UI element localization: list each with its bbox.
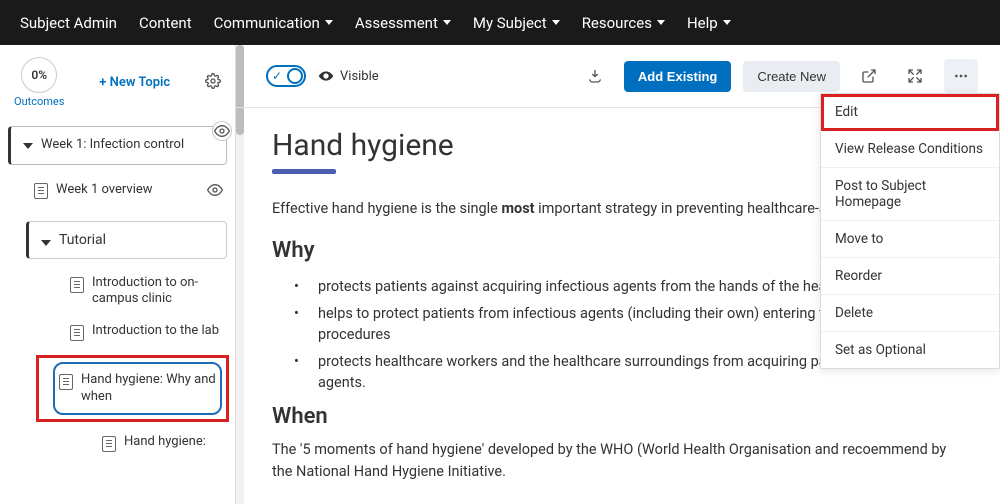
document-icon <box>34 183 48 199</box>
nav-help[interactable]: Help <box>687 14 731 32</box>
menu-view-release-conditions[interactable]: View Release Conditions <box>821 131 999 168</box>
nav-assessment[interactable]: Assessment <box>355 14 451 32</box>
chevron-down-icon <box>552 20 560 25</box>
scrollbar[interactable] <box>236 45 244 504</box>
sidebar-item-overview[interactable]: Week 1 overview <box>28 173 229 207</box>
chevron-down-icon <box>723 20 731 25</box>
fullscreen-icon[interactable] <box>898 59 932 93</box>
collapse-icon <box>41 240 51 246</box>
sidebar: 0% Outcomes + New Topic Week 1: Infectio… <box>0 45 236 504</box>
gear-icon[interactable] <box>205 73 221 93</box>
create-new-button[interactable]: Create New <box>743 61 840 92</box>
sidebar-item-intro-clinic[interactable]: Introduction to on-campus clinic <box>66 267 229 316</box>
sidebar-item-hand-hygiene-2[interactable]: Hand hygiene: <box>98 426 229 460</box>
chevron-down-icon <box>657 20 665 25</box>
open-new-window-icon[interactable] <box>852 59 886 93</box>
outcomes-row: 0% Outcomes + New Topic <box>6 53 229 118</box>
main-area: 0% Outcomes + New Topic Week 1: Infectio… <box>0 45 1000 504</box>
nav-my-subject[interactable]: My Subject <box>473 14 560 32</box>
sidebar-item-hand-hygiene-why[interactable]: Hand hygiene: Why and when <box>53 362 222 415</box>
top-nav: Subject Admin Content Communication Asse… <box>0 0 1000 45</box>
sidebar-item-intro-lab[interactable]: Introduction to the lab <box>66 315 229 349</box>
chevron-down-icon <box>325 20 333 25</box>
nav-resources[interactable]: Resources <box>582 14 665 32</box>
content-toolbar: ✓ Visible Add Existing Create New <box>236 45 1000 108</box>
collapse-icon <box>23 143 33 149</box>
nav-content[interactable]: Content <box>139 14 192 32</box>
visibility-icon[interactable] <box>207 182 223 198</box>
title-underline <box>272 169 336 174</box>
menu-reorder[interactable]: Reorder <box>821 258 999 295</box>
outcomes-percent: 0% <box>21 57 57 93</box>
nav-subject-admin[interactable]: Subject Admin <box>20 14 117 32</box>
annotation-highlight: Hand hygiene: Why and when <box>36 355 229 422</box>
download-icon[interactable] <box>578 59 612 93</box>
when-paragraph: The '5 moments of hand hygiene' develope… <box>272 439 964 483</box>
heading-when: When <box>272 404 964 429</box>
content-pane: ✓ Visible Add Existing Create New <box>236 45 1000 504</box>
module-tutorial[interactable]: Tutorial <box>26 221 227 259</box>
outcomes-label: Outcomes <box>14 95 64 108</box>
menu-set-optional[interactable]: Set as Optional <box>821 332 999 368</box>
overview-label: Week 1 overview <box>56 182 153 197</box>
menu-edit[interactable]: Edit <box>821 94 999 131</box>
more-actions-button[interactable] <box>944 59 978 93</box>
module-week1[interactable]: Week 1: Infection control <box>8 126 227 165</box>
document-icon <box>70 325 84 341</box>
menu-delete[interactable]: Delete <box>821 295 999 332</box>
more-actions-menu: Edit View Release Conditions Post to Sub… <box>820 93 1000 369</box>
document-icon <box>102 436 116 452</box>
toggle-knob <box>287 68 303 84</box>
add-existing-button[interactable]: Add Existing <box>624 61 731 92</box>
document-icon <box>59 374 73 390</box>
menu-post-homepage[interactable]: Post to Subject Homepage <box>821 168 999 221</box>
chevron-down-icon <box>443 20 451 25</box>
outcomes-badge[interactable]: 0% Outcomes <box>14 57 64 108</box>
menu-move-to[interactable]: Move to <box>821 221 999 258</box>
document-icon <box>70 277 84 293</box>
check-icon: ✓ <box>272 69 282 83</box>
new-topic-button[interactable]: + New Topic <box>99 75 170 90</box>
module-title: Week 1: Infection control <box>41 137 184 154</box>
eye-icon <box>318 68 334 84</box>
visibility-label: Visible <box>318 68 379 84</box>
nav-communication[interactable]: Communication <box>214 14 333 32</box>
visibility-toggle[interactable]: ✓ <box>266 65 306 87</box>
visibility-icon[interactable] <box>212 121 232 141</box>
tutorial-label: Tutorial <box>59 232 106 248</box>
